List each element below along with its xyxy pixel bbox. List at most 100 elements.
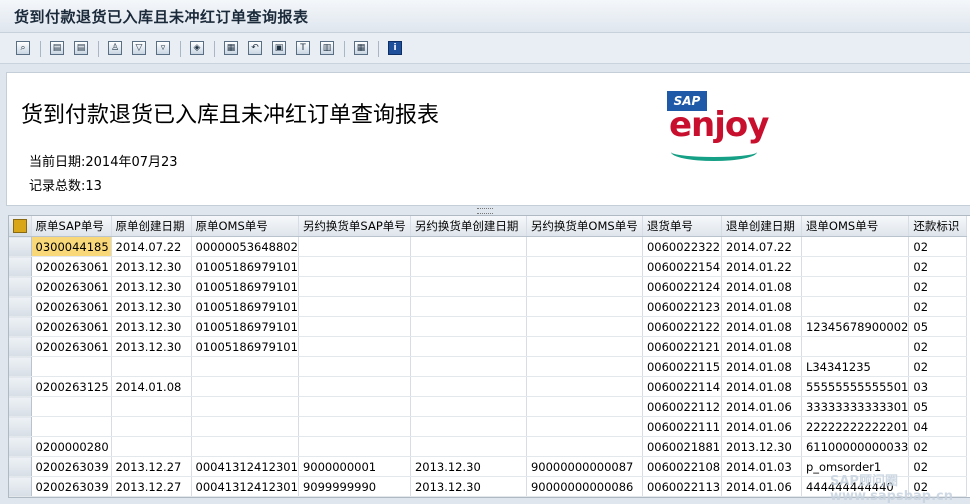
table-row[interactable]: 0200263061 2013.12.30 01005186979101 006002… <box>9 296 968 317</box>
table-cell[interactable] <box>111 396 192 417</box>
table-row[interactable]: 0200263125 2014.01.08 0060022114 2014.01.08… <box>9 376 968 397</box>
table-cell[interactable]: 2014.01.08 <box>721 296 802 317</box>
table-cell[interactable]: 2014.01.06 <box>721 476 802 497</box>
column-header[interactable]: 另约换货单创建日期 <box>410 216 527 237</box>
table-cell[interactable]: 03 <box>908 376 968 397</box>
table-cell[interactable] <box>410 316 527 337</box>
table-cell[interactable] <box>526 256 643 277</box>
table-cell[interactable]: 9000000001 <box>298 456 411 477</box>
table-cell[interactable]: 0060022123 <box>642 296 722 317</box>
row-selector[interactable] <box>9 316 32 337</box>
table-cell[interactable] <box>801 276 910 297</box>
find-icon[interactable]: ♙ <box>106 39 124 57</box>
table-cell[interactable]: 2014.01.06 <box>721 396 802 417</box>
table-cell[interactable] <box>410 396 527 417</box>
table-cell[interactable]: 0300044185 <box>31 236 112 257</box>
abc-analysis-icon[interactable]: ▣ <box>270 39 288 57</box>
table-cell[interactable]: 02 <box>908 436 968 457</box>
table-cell[interactable]: 0060022111 <box>642 416 722 437</box>
table-row[interactable]: 0200263061 2013.12.30 01005186979101 006002… <box>9 276 968 297</box>
table-cell[interactable]: 01005186979101 <box>191 316 299 337</box>
table-cell[interactable]: 04 <box>908 416 968 437</box>
table-cell[interactable]: L34341235 <box>801 356 910 377</box>
row-selector[interactable] <box>9 236 32 257</box>
table-cell[interactable] <box>526 236 643 257</box>
table-cell[interactable]: 0200263061 <box>31 256 112 277</box>
table-cell[interactable] <box>298 256 411 277</box>
table-cell[interactable] <box>298 316 411 337</box>
table-cell[interactable] <box>410 276 527 297</box>
table-cell[interactable] <box>191 436 299 457</box>
table-cell[interactable]: 05 <box>908 316 968 337</box>
send-icon[interactable]: ↶ <box>246 39 264 57</box>
table-cell[interactable] <box>191 356 299 377</box>
table-cell[interactable]: 01005186979101 <box>191 296 299 317</box>
table-row[interactable]: 0060022112 2014.01.06 33333333333301 05 <box>9 396 968 417</box>
select-all-icon[interactable] <box>9 216 32 237</box>
row-selector[interactable] <box>9 256 32 277</box>
table-cell[interactable] <box>298 436 411 457</box>
table-cell[interactable]: 01005186979101 <box>191 276 299 297</box>
table-cell[interactable]: 22222222222201 <box>801 416 910 437</box>
table-row[interactable]: 0060022115 2014.01.08 L34341235 02 <box>9 356 968 377</box>
table-cell[interactable]: 2014.07.22 <box>111 236 192 257</box>
table-cell[interactable] <box>526 396 643 417</box>
table-cell[interactable]: 2013.12.30 <box>721 436 802 457</box>
table-cell[interactable]: 2014.01.08 <box>721 316 802 337</box>
table-cell[interactable] <box>410 296 527 317</box>
table-cell[interactable]: 2014.01.08 <box>721 336 802 357</box>
export-icon[interactable]: ▦ <box>222 39 240 57</box>
table-cell[interactable]: 2013.12.27 <box>111 456 192 477</box>
table-cell[interactable]: 00041312412301 <box>191 456 299 477</box>
table-cell[interactable]: 12345678900002 <box>801 316 910 337</box>
row-selector[interactable] <box>9 396 32 417</box>
table-cell[interactable]: 2013.12.30 <box>111 336 192 357</box>
table-cell[interactable] <box>801 336 910 357</box>
table-cell[interactable]: 2014.01.22 <box>721 256 802 277</box>
table-cell[interactable]: 0200263061 <box>31 276 112 297</box>
table-cell[interactable]: 02 <box>908 356 968 377</box>
table-cell[interactable] <box>111 436 192 457</box>
table-cell[interactable] <box>801 296 910 317</box>
row-selector[interactable] <box>9 276 32 297</box>
select-layout-icon[interactable]: ▦ <box>352 39 370 57</box>
table-row[interactable]: 0200263061 2013.12.30 01005186979101 006002… <box>9 256 968 277</box>
table-cell[interactable] <box>526 436 643 457</box>
table-cell[interactable] <box>31 416 112 437</box>
table-cell[interactable] <box>410 356 527 377</box>
splitter-handle[interactable] <box>477 208 493 214</box>
column-header[interactable]: 退单OMS单号 <box>801 216 910 237</box>
table-cell[interactable]: 0060022114 <box>642 376 722 397</box>
table-cell[interactable] <box>526 336 643 357</box>
table-cell[interactable] <box>298 376 411 397</box>
table-cell[interactable] <box>298 356 411 377</box>
sort-ascending-icon[interactable]: ▤ <box>48 39 66 57</box>
table-cell[interactable]: 2014.01.08 <box>111 376 192 397</box>
table-cell[interactable]: 0200263061 <box>31 336 112 357</box>
column-header[interactable]: 退货单号 <box>642 216 722 237</box>
table-cell[interactable]: 2014.01.08 <box>721 356 802 377</box>
table-cell[interactable]: 0060022154 <box>642 256 722 277</box>
row-selector[interactable] <box>9 376 32 397</box>
table-cell[interactable]: 02 <box>908 256 968 277</box>
table-cell[interactable] <box>191 396 299 417</box>
table-cell[interactable]: 05 <box>908 396 968 417</box>
table-cell[interactable] <box>298 396 411 417</box>
row-selector[interactable] <box>9 296 32 317</box>
table-cell[interactable]: 0060022112 <box>642 396 722 417</box>
table-cell[interactable] <box>298 296 411 317</box>
row-selector[interactable] <box>9 476 32 497</box>
table-cell[interactable]: 00041312412301 <box>191 476 299 497</box>
table-cell[interactable] <box>526 276 643 297</box>
table-cell[interactable]: 0200263061 <box>31 316 112 337</box>
table-cell[interactable]: 0200000280 <box>31 436 112 457</box>
column-header[interactable]: 原单OMS单号 <box>191 216 299 237</box>
table-cell[interactable] <box>410 336 527 357</box>
table-cell[interactable] <box>111 416 192 437</box>
layout-icon[interactable]: ▥ <box>318 39 336 57</box>
table-cell[interactable]: 0060022121 <box>642 336 722 357</box>
column-header[interactable]: 退单创建日期 <box>721 216 802 237</box>
table-cell[interactable]: 02 <box>908 296 968 317</box>
table-cell[interactable]: 90000000000087 <box>526 456 643 477</box>
row-selector[interactable] <box>9 416 32 437</box>
